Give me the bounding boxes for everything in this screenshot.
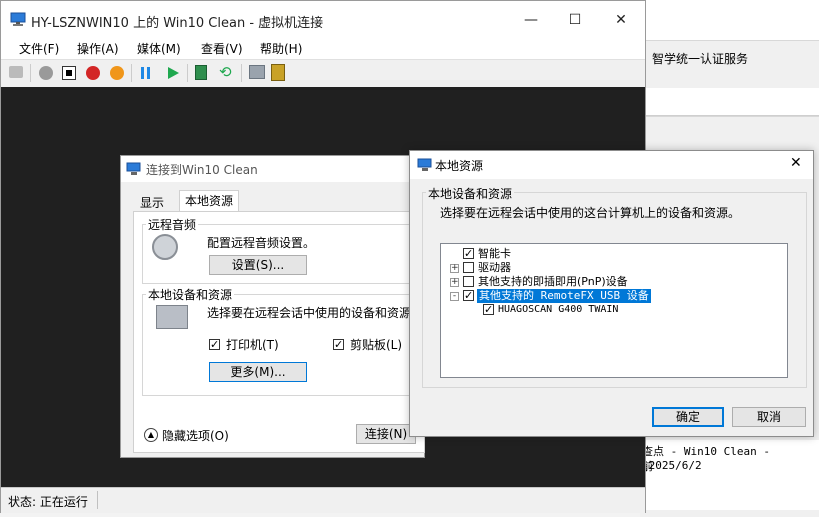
- vm-statusbar: 状态: 正在运行: [1, 487, 645, 513]
- vm-toolbar: ⟲: [1, 59, 645, 88]
- audio-settings-button[interactable]: 设置(S)...: [209, 255, 307, 275]
- toolbar-separator: [241, 64, 242, 82]
- start-icon[interactable]: [39, 66, 53, 80]
- tree-item-label: 驱动器: [478, 261, 511, 274]
- maximize-button[interactable]: ☐: [553, 7, 597, 33]
- devices-group-label: 本地设备和资源: [426, 185, 515, 202]
- tree-item-label: HUAGOSCAN G400 TWAIN: [498, 304, 619, 315]
- toolbar-separator: [187, 64, 188, 82]
- background-log-area: 查点 - Win10 Clean - (2025/6/2 前: [640, 440, 819, 510]
- pause-icon-bar: [147, 67, 150, 79]
- smartcard-checkbox[interactable]: ✓: [463, 248, 474, 259]
- connect-dialog-titlebar[interactable]: 连接到Win10 Clean: [121, 156, 424, 182]
- ok-button[interactable]: 确定: [652, 407, 724, 427]
- menu-action[interactable]: 操作(A): [77, 40, 119, 57]
- vm-menubar: 文件(F) 操作(A) 媒体(M) 查看(V) 帮助(H): [1, 39, 645, 59]
- save-state-icon[interactable]: [110, 66, 124, 80]
- hide-options-label[interactable]: 隐藏选项(O): [162, 427, 229, 444]
- devices-description: 选择要在远程会话中使用的这台计算机上的设备和资源。: [440, 206, 741, 220]
- local-devices-description: 选择要在远程会话中使用的设备和资源: [207, 306, 412, 320]
- local-resources-titlebar[interactable]: 本地资源 ✕: [410, 151, 813, 179]
- local-resources-close-icon[interactable]: ✕: [790, 155, 802, 171]
- tree-item-label: 其他支持的即插即用(PnP)设备: [478, 275, 628, 288]
- checkpoint-icon[interactable]: [195, 65, 207, 80]
- share-icon[interactable]: [271, 64, 285, 81]
- background-header: [640, 0, 819, 41]
- menu-file[interactable]: 文件(F): [19, 40, 59, 57]
- local-resources-dialog: 本地资源 ✕ 本地设备和资源 选择要在远程会话中使用的这台计算机上的设备和资源。…: [409, 150, 814, 437]
- menu-media[interactable]: 媒体(M): [137, 40, 181, 57]
- vm-titlebar[interactable]: HY-LSZNWIN10 上的 Win10 Clean - 虚拟机连接 — ☐ …: [1, 1, 645, 39]
- local-resources-title: 本地资源: [435, 159, 484, 173]
- status-separator: [97, 491, 98, 509]
- resume-icon[interactable]: [166, 66, 180, 83]
- enhanced-session-icon[interactable]: [249, 65, 265, 79]
- remotefx-checkbox[interactable]: ✓: [463, 290, 474, 301]
- menu-view[interactable]: 查看(V): [201, 40, 243, 57]
- collapse-icon[interactable]: -: [450, 292, 459, 301]
- clipboard-label: 剪贴板(L): [350, 338, 403, 352]
- vm-window-icon: [10, 12, 26, 29]
- expand-icon[interactable]: +: [450, 278, 459, 287]
- speaker-icon: [152, 234, 178, 260]
- tab-local-resources[interactable]: 本地资源: [179, 190, 240, 213]
- menu-help[interactable]: 帮助(H): [260, 40, 302, 57]
- vm-window-title: HY-LSZNWIN10 上的 Win10 Clean - 虚拟机连接: [31, 16, 324, 31]
- huagoscan-checkbox[interactable]: ✓: [483, 304, 494, 315]
- local-devices-label: 本地设备和资源: [146, 286, 235, 303]
- vm-status-text: 状态: 正在运行: [8, 495, 88, 509]
- local-resources-icon: [417, 158, 433, 175]
- connect-dialog-title: 连接到Win10 Clean: [146, 163, 258, 177]
- minimize-button[interactable]: —: [509, 7, 553, 33]
- ctrl-alt-del-icon[interactable]: [9, 66, 23, 78]
- printer-label: 打印机(T): [226, 338, 279, 352]
- clipboard-checkbox[interactable]: ✓: [333, 339, 344, 350]
- connect-button[interactable]: 连接(N): [356, 424, 416, 444]
- divider: [640, 115, 819, 116]
- tree-item-label: 智能卡: [478, 247, 511, 260]
- hide-options-icon[interactable]: ▲: [144, 428, 158, 442]
- tree-item-label-selected: 其他支持的 RemoteFX USB 设备: [477, 289, 651, 303]
- background-service-label[interactable]: 智学统一认证服务: [652, 50, 748, 67]
- devices-tree: ✓ 智能卡 + 驱动器 + 其他支持的即插即用(PnP)设备 - ✓ 其他支持的…: [440, 243, 788, 378]
- shutdown-icon[interactable]: [86, 66, 100, 80]
- tab-display[interactable]: 显示: [135, 193, 169, 213]
- remote-audio-label: 远程音频: [146, 216, 199, 233]
- more-button[interactable]: 更多(M)...: [209, 362, 307, 382]
- remote-audio-group: [142, 224, 424, 284]
- cancel-button[interactable]: 取消: [732, 407, 806, 427]
- expand-icon[interactable]: +: [450, 264, 459, 273]
- pnp-checkbox[interactable]: [463, 276, 474, 287]
- toolbar-separator: [131, 64, 132, 82]
- devices-icon: [156, 305, 188, 329]
- background-row: [640, 88, 819, 117]
- revert-icon[interactable]: ⟲: [219, 63, 232, 81]
- printer-checkbox[interactable]: ✓: [209, 339, 220, 350]
- turn-off-icon[interactable]: [62, 66, 76, 80]
- drives-checkbox[interactable]: [463, 262, 474, 273]
- toolbar-separator: [30, 64, 31, 82]
- local-resources-panel: 远程音频 配置远程音频设置。 设置(S)... 本地设备和资源 选择要在远程会话…: [133, 211, 425, 453]
- pause-icon[interactable]: [141, 67, 144, 79]
- close-button[interactable]: ✕: [599, 7, 643, 33]
- connect-dialog: 连接到Win10 Clean 显示 本地资源 远程音频 配置远程音频设置。 设置…: [120, 155, 425, 458]
- background-log-line: 查点 - Win10 Clean - (2025/6/2: [642, 445, 770, 472]
- remote-audio-description: 配置远程音频设置。: [207, 236, 316, 250]
- connect-dialog-icon: [126, 162, 142, 179]
